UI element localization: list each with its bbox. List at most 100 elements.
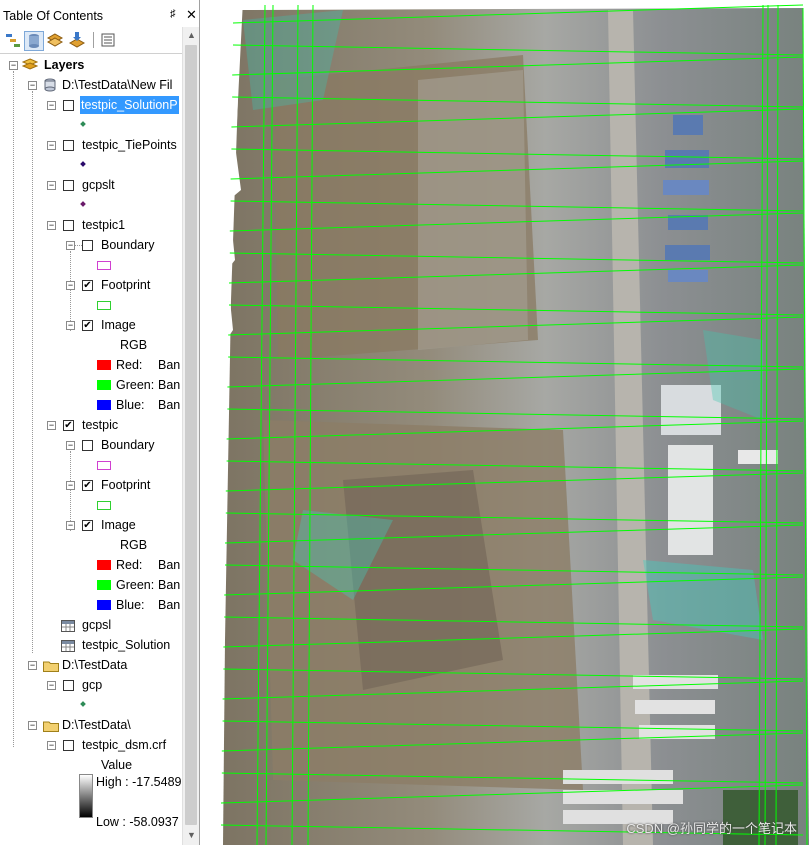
layer-row-tie-points[interactable]: − testpic_TiePoints <box>0 136 182 154</box>
layer-tree: − Layers − D:\TestData\New Fil − testpic… <box>0 54 182 845</box>
layer-row-testpic1[interactable]: − testpic1 <box>0 216 182 234</box>
sublayer-row-footprint[interactable]: − ✔ Footprint <box>0 476 182 494</box>
collapse-icon[interactable]: − <box>66 241 75 250</box>
collapse-icon[interactable]: − <box>47 221 56 230</box>
options-icon[interactable] <box>99 31 117 49</box>
toc-titlebar: Table Of Contents ♯ ✕ <box>0 6 199 26</box>
polygon-symbol-icon <box>97 301 111 310</box>
visibility-checkbox[interactable] <box>63 140 74 151</box>
collapse-icon[interactable]: − <box>28 721 37 730</box>
layer-row-dsm[interactable]: − testpic_dsm.crf <box>0 736 182 754</box>
collapse-icon[interactable]: − <box>47 741 56 750</box>
visibility-checkbox[interactable] <box>82 240 93 251</box>
collapse-icon[interactable]: − <box>28 661 37 670</box>
testdata-group-row[interactable]: − D:\TestData <box>0 656 182 674</box>
collapse-icon[interactable]: − <box>47 101 56 110</box>
toc-scrollbar[interactable]: ▲ ▼ <box>182 27 199 845</box>
table-row-gcpsl[interactable]: gcpsl <box>0 616 182 634</box>
map-canvas[interactable] <box>203 0 811 845</box>
visibility-checkbox[interactable]: ✔ <box>82 320 93 331</box>
collapse-icon[interactable]: − <box>47 681 56 690</box>
list-by-visibility-icon[interactable] <box>46 31 64 49</box>
band-row-blue: Blue: Ban <box>0 596 182 614</box>
collapse-icon[interactable]: − <box>47 141 56 150</box>
band-label: Blue: <box>116 398 145 412</box>
collapse-icon[interactable]: − <box>47 421 56 430</box>
sublayer-row-image[interactable]: − ✔ Image <box>0 316 182 334</box>
sublayer-row-footprint[interactable]: − ✔ Footprint <box>0 276 182 294</box>
sublayer-label: Image <box>101 318 136 332</box>
polygon-symbol-icon <box>97 261 111 270</box>
band-value: Ban <box>158 558 181 572</box>
visibility-checkbox[interactable] <box>63 680 74 691</box>
testdata2-group-label: D:\TestData\ <box>62 718 131 732</box>
watermark-text: CSDN @孙同学的一个笔记本 <box>626 821 797 836</box>
layer-row-solution-points[interactable]: − testpic_SolutionP <box>0 96 182 114</box>
map-view[interactable]: CSDN @孙同学的一个笔记本 <box>203 0 811 845</box>
green-swatch <box>97 580 111 590</box>
building <box>673 115 703 135</box>
visibility-checkbox[interactable]: ✔ <box>82 480 93 491</box>
band-label: Green: <box>116 578 155 592</box>
pin-icon[interactable]: ♯ <box>170 8 182 22</box>
collapse-icon[interactable]: − <box>66 521 75 530</box>
collapse-icon[interactable]: − <box>9 61 18 70</box>
visibility-checkbox[interactable]: ✔ <box>63 420 74 431</box>
list-by-drawing-order-icon[interactable] <box>4 31 22 49</box>
visibility-checkbox[interactable] <box>63 740 74 751</box>
sublayer-row-boundary[interactable]: − Boundary <box>0 436 182 454</box>
visibility-checkbox[interactable] <box>63 100 74 111</box>
close-icon[interactable]: ✕ <box>186 7 198 22</box>
collapse-icon[interactable]: − <box>66 321 75 330</box>
layer-row-testpic[interactable]: − ✔ testpic <box>0 416 182 434</box>
polygon-symbol-icon <box>97 501 111 510</box>
red-swatch <box>97 360 111 370</box>
layer-row-gcp[interactable]: − gcp <box>0 676 182 694</box>
scroll-up-icon[interactable]: ▲ <box>183 27 199 44</box>
visibility-checkbox[interactable]: ✔ <box>82 280 93 291</box>
visibility-checkbox[interactable] <box>82 440 93 451</box>
collapse-icon[interactable]: − <box>47 181 56 190</box>
band-value: Ban <box>158 398 181 412</box>
visibility-checkbox[interactable] <box>63 220 74 231</box>
building <box>668 270 708 282</box>
table-row-testpic-solution[interactable]: testpic_Solution <box>0 636 182 654</box>
building <box>663 180 709 195</box>
collapse-icon[interactable]: − <box>28 81 37 90</box>
field-patch <box>418 70 528 350</box>
point-symbol-icon <box>80 701 86 707</box>
visibility-checkbox[interactable] <box>63 180 74 191</box>
building <box>738 450 778 464</box>
sublayer-row-boundary[interactable]: − Boundary <box>0 236 182 254</box>
building <box>665 245 710 260</box>
layer-row-gcpslt[interactable]: − gcpslt <box>0 176 182 194</box>
scroll-down-icon[interactable]: ▼ <box>183 827 199 844</box>
layer-label: testpic1 <box>82 218 126 232</box>
layers-root-label: Layers <box>44 58 85 72</box>
blue-swatch <box>97 400 111 410</box>
collapse-icon[interactable]: − <box>66 281 75 290</box>
list-by-source-icon[interactable] <box>24 31 44 51</box>
toc-title: Table Of Contents <box>3 9 104 23</box>
band-value: Ban <box>158 358 181 372</box>
high-label: High : -17.5489 <box>96 775 182 789</box>
band-value: Ban <box>158 578 181 592</box>
collapse-icon[interactable]: − <box>66 481 75 490</box>
list-by-selection-icon[interactable] <box>68 31 86 49</box>
visibility-checkbox[interactable]: ✔ <box>82 520 93 531</box>
band-row-red: Red: Ban <box>0 356 182 374</box>
sublayer-row-image[interactable]: − ✔ Image <box>0 516 182 534</box>
blue-swatch <box>97 600 111 610</box>
testdata2-group-row[interactable]: − D:\TestData\ <box>0 716 182 734</box>
polygon-symbol-icon <box>97 461 111 470</box>
collapse-icon[interactable]: − <box>66 441 75 450</box>
scroll-thumb[interactable] <box>185 45 197 825</box>
gdb-group-row[interactable]: − D:\TestData\New Fil <box>0 76 182 94</box>
red-swatch <box>97 560 111 570</box>
point-symbol-icon <box>80 161 86 167</box>
toc-toolbar <box>0 27 199 54</box>
band-row-red: Red: Ban <box>0 556 182 574</box>
table-of-contents-panel: Table Of Contents ♯ ✕ − Layers − D:\Test… <box>0 0 200 845</box>
layers-root-row[interactable]: − Layers <box>0 56 182 74</box>
layers-icon <box>21 58 39 77</box>
